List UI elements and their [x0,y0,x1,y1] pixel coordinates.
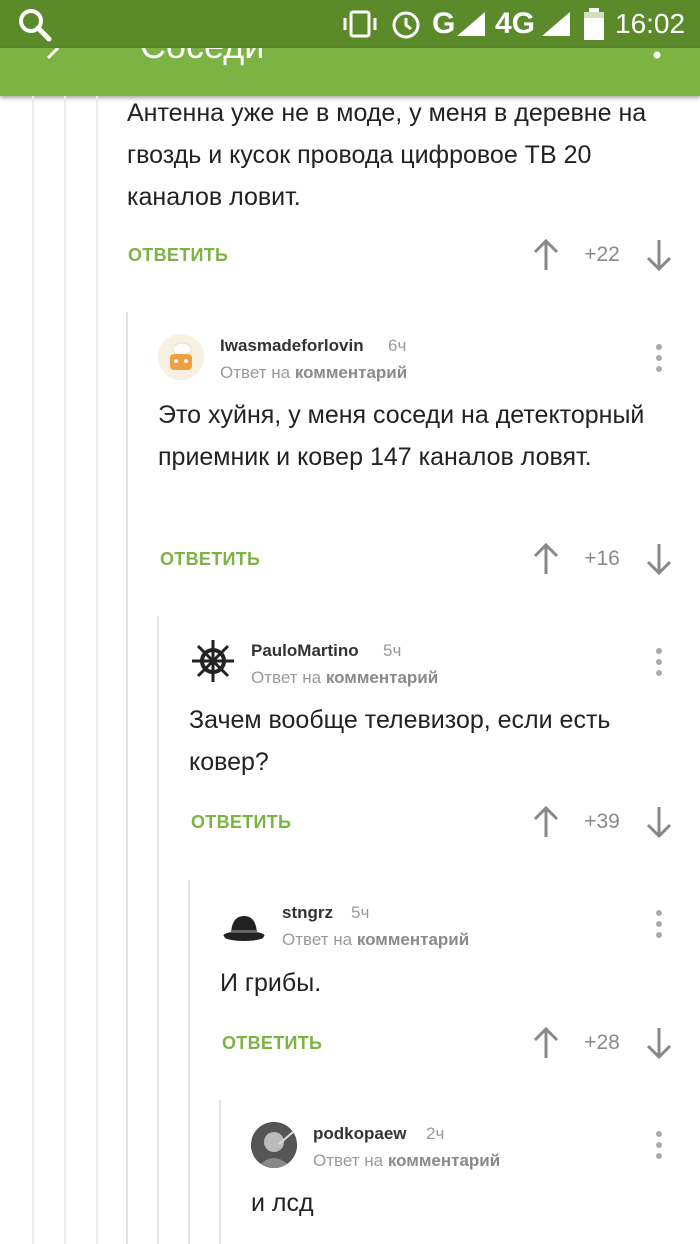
more-options-icon[interactable] [655,1131,663,1159]
network-type: G [432,7,456,40]
reply-button[interactable]: ОТВЕТИТЬ [191,812,291,833]
comment-text: И грибы. [220,969,322,997]
downvote-icon[interactable] [645,542,673,576]
thread-guide-line [32,96,34,1244]
comment-text: Антенна уже не в моде, у меня в деревне … [127,99,647,211]
upvote-icon[interactable] [532,542,560,576]
downvote-icon[interactable] [645,1026,673,1060]
reply-meta: Ответ на комментарий [220,363,408,382]
thread-guide-line [64,96,66,1244]
parent-comment-link[interactable]: комментарий [295,363,407,382]
username[interactable]: podkopaew [313,1124,407,1144]
username[interactable]: PauloMartino [251,641,359,661]
avatar[interactable] [190,638,236,684]
app-bar: Соседи [0,48,700,96]
more-options-icon[interactable] [655,344,663,372]
thread-line [157,616,159,1244]
comment-text: Зачем вообще телевизор, если есть ковер? [189,706,611,776]
comment-score: +28 [584,1031,620,1054]
parent-comment-link[interactable]: комментарий [326,668,438,687]
overflow-menu-icon[interactable] [652,48,662,62]
reply-button[interactable]: ОТВЕТИТЬ [128,245,228,266]
username[interactable]: Iwasmadeforlovin [220,336,364,356]
clock: 16:02 [615,8,686,39]
vibrate-icon [343,10,377,38]
comment-time: 5ч [351,903,370,922]
network-4g: 4G [495,7,536,40]
comment-time: 6ч [388,336,407,355]
comment-time: 5ч [383,641,402,660]
comment-score: +16 [584,547,620,570]
thread-line [126,312,128,1244]
thread-guide-line [96,96,98,1244]
parent-comment-link[interactable]: комментарий [357,930,469,949]
downvote-icon[interactable] [645,238,673,272]
alarm-icon [392,11,420,39]
thread-line [219,1100,221,1244]
battery-icon [584,8,604,40]
thread-line [188,880,190,1244]
reply-meta: Ответ на комментарий [282,930,470,949]
status-bar: G 4G 16:02 [0,0,700,48]
upvote-icon[interactable] [532,238,560,272]
username[interactable]: stngrz [282,903,333,923]
more-options-icon[interactable] [655,648,663,676]
upvote-icon[interactable] [532,1026,560,1060]
comment-text: Это хуйня, у меня соседи на детекторный … [158,401,645,471]
reply-meta: Ответ на комментарий [251,668,439,687]
page-title: Соседи [140,48,264,66]
reply-button[interactable]: ОТВЕТИТЬ [160,549,260,570]
comment-score: +39 [584,810,620,833]
signal-icon [457,12,485,36]
upvote-icon[interactable] [532,805,560,839]
reply-button[interactable]: ОТВЕТИТЬ [222,1033,322,1054]
avatar[interactable] [158,334,204,380]
comment-text: и лсд [251,1189,314,1217]
avatar[interactable] [221,902,267,948]
back-arrow-icon[interactable] [38,48,62,62]
parent-comment-link[interactable]: комментарий [388,1151,500,1170]
avatar[interactable] [251,1122,297,1168]
comment-time: 2ч [426,1124,445,1143]
search-icon[interactable] [18,8,52,42]
reply-meta: Ответ на комментарий [313,1151,501,1170]
downvote-icon[interactable] [645,805,673,839]
signal-4g-icon [542,12,570,36]
comment-score: +22 [584,243,620,266]
more-options-icon[interactable] [655,910,663,938]
